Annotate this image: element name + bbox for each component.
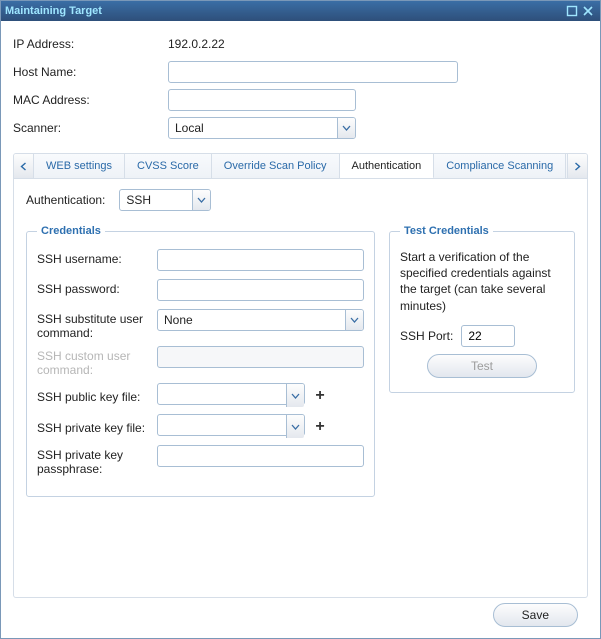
test-credentials-fieldset: Test Credentials Start a verification of…: [389, 225, 575, 393]
authentication-label: Authentication:: [26, 193, 105, 207]
ssh-custom-input: [157, 346, 364, 368]
window-title: Maintaining Target: [5, 5, 102, 17]
footer: Save: [13, 598, 588, 632]
add-privkey-button[interactable]: +: [311, 418, 329, 436]
mac-label: MAC Address:: [13, 93, 168, 107]
credentials-fieldset: Credentials SSH username: SSH password: …: [26, 225, 375, 497]
tab-content-authentication: Authentication: SSH Credentials SSH user…: [13, 179, 588, 598]
window: Maintaining Target IP Address: 192.0.2.2…: [0, 0, 601, 639]
ssh-privkey-label: SSH private key file:: [37, 418, 157, 435]
close-icon[interactable]: [580, 3, 596, 19]
tabs: WEB settings CVSS Score Override Scan Po…: [13, 153, 588, 179]
ip-value: 192.0.2.22: [168, 37, 225, 51]
ssh-substitute-label: SSH substitute user command:: [37, 309, 157, 340]
credentials-legend: Credentials: [37, 225, 105, 237]
scanner-label: Scanner:: [13, 121, 168, 135]
maximize-icon[interactable]: [564, 3, 580, 19]
ssh-custom-label: SSH custom user command:: [37, 346, 157, 377]
chevron-down-icon[interactable]: [286, 384, 304, 407]
ssh-username-label: SSH username:: [37, 249, 157, 266]
test-credentials-text: Start a verification of the specified cr…: [400, 249, 564, 314]
mac-input[interactable]: [168, 89, 356, 111]
tab-compliance-scanning[interactable]: Compliance Scanning: [434, 154, 566, 178]
titlebar: Maintaining Target: [1, 1, 600, 21]
ssh-password-label: SSH password:: [37, 279, 157, 296]
ssh-privkey-select[interactable]: [157, 414, 305, 439]
test-button[interactable]: Test: [427, 354, 537, 378]
chevron-down-icon[interactable]: [345, 310, 363, 330]
chevron-down-icon[interactable]: [286, 415, 304, 438]
ssh-pubkey-select[interactable]: [157, 383, 305, 408]
ssh-passphrase-input[interactable]: [157, 445, 364, 467]
tab-web-settings[interactable]: WEB settings: [34, 154, 125, 178]
add-pubkey-button[interactable]: +: [311, 387, 329, 405]
chevron-down-icon[interactable]: [192, 190, 210, 210]
ssh-passphrase-label: SSH private key passphrase:: [37, 445, 157, 476]
ssh-privkey-value: [157, 414, 305, 436]
scanner-value: Local: [168, 117, 356, 139]
ip-label: IP Address:: [13, 37, 168, 51]
chevron-down-icon[interactable]: [337, 118, 355, 138]
test-credentials-legend: Test Credentials: [400, 225, 493, 237]
tab-authentication[interactable]: Authentication: [340, 154, 435, 178]
ssh-port-label: SSH Port:: [400, 329, 453, 343]
ssh-pubkey-value: [157, 383, 305, 405]
ssh-password-input[interactable]: [157, 279, 364, 301]
hostname-label: Host Name:: [13, 65, 168, 79]
hostname-input[interactable]: [168, 61, 458, 83]
ssh-pubkey-label: SSH public key file:: [37, 387, 157, 404]
ssh-port-input[interactable]: [461, 325, 515, 347]
save-button[interactable]: Save: [493, 603, 578, 627]
authentication-select[interactable]: SSH: [119, 189, 211, 211]
tab-scroll-right[interactable]: [567, 154, 587, 178]
ssh-username-input[interactable]: [157, 249, 364, 271]
scanner-select[interactable]: Local: [168, 117, 356, 139]
tab-scroll-left[interactable]: [14, 154, 34, 178]
tab-override-scan-policy[interactable]: Override Scan Policy: [212, 154, 340, 178]
tab-cvss-score[interactable]: CVSS Score: [125, 154, 212, 178]
ssh-substitute-select[interactable]: None: [157, 309, 364, 331]
ssh-substitute-value: None: [157, 309, 364, 331]
